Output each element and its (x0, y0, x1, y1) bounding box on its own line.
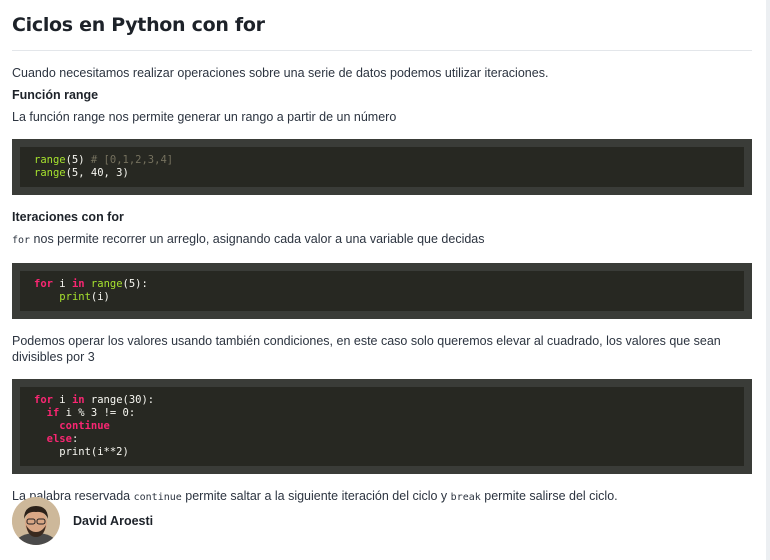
code-token: range (90, 278, 123, 290)
conditions-paragraph: Podemos operar los valores usando tambié… (12, 334, 721, 364)
closing-text-2: permite saltar a la siguiente iteración … (181, 489, 451, 503)
code-block-range: range(5) # [0,1,2,3,4] range(5, 40, 3) (12, 139, 752, 195)
code-line: else: (34, 433, 730, 446)
code-token: (i) (90, 291, 110, 303)
code-line: if i % 3 != 0: (34, 407, 730, 420)
code-token: i % 3 != 0: (59, 407, 136, 419)
code-token: else (46, 433, 72, 445)
author-card[interactable]: David Aroesti (12, 497, 153, 545)
code-block-for: for i in range(5): print(i) (12, 263, 752, 319)
code-conditions: for i in range(30): if i % 3 != 0: conti… (20, 387, 744, 466)
code-range: range(5) # [0,1,2,3,4] range(5, 40, 3) (20, 147, 744, 187)
code-block-conditions: for i in range(30): if i % 3 != 0: conti… (12, 379, 752, 474)
code-token: range(30): (84, 394, 155, 406)
code-line: continue (34, 420, 730, 433)
code-line: for i in range(30): (34, 394, 730, 407)
code-token: # [0,1,2,3,4] (90, 154, 174, 166)
code-token: for (34, 394, 53, 406)
code-token: print(i**2) (34, 446, 129, 458)
code-token: range (34, 154, 66, 166)
code-token: continue (59, 420, 110, 432)
code-token: (5, 40, 3) (65, 167, 129, 179)
code-line: for i in range(5): (34, 278, 730, 291)
code-token: (5): (122, 278, 148, 290)
avatar[interactable] (12, 497, 60, 545)
code-token: print (59, 291, 91, 303)
heading-range: Función range (12, 88, 99, 102)
for-description: for nos permite recorrer un arreglo, asi… (12, 231, 752, 249)
code-line: range(5) # [0,1,2,3,4] (34, 154, 730, 167)
code-token: in (71, 394, 85, 406)
author-name[interactable]: David Aroesti (73, 514, 153, 528)
code-token: (5) (65, 154, 91, 166)
code-token: if (46, 407, 60, 419)
for-description-text: nos permite recorrer un arreglo, asignan… (30, 232, 485, 246)
code-token: range (34, 167, 66, 179)
intro-paragraph: Cuando necesitamos realizar operaciones … (12, 66, 549, 80)
heading-for: Iteraciones con for (12, 210, 124, 224)
code-line: print(i**2) (34, 446, 730, 459)
code-token: for (34, 278, 53, 290)
code-line: print(i) (34, 291, 730, 304)
closing-text-3: permite salirse del ciclo. (480, 489, 618, 503)
range-description: La función range nos permite generar un … (12, 110, 397, 124)
code-line: range(5, 40, 3) (34, 167, 730, 180)
inline-code-break: break (450, 492, 481, 503)
article: Ciclos en Python con for Cuando necesita… (12, 0, 752, 506)
inline-code-for: for (12, 235, 31, 246)
scrollbar[interactable] (766, 0, 770, 560)
code-token: : (71, 433, 79, 445)
page-title: Ciclos en Python con for (12, 14, 265, 36)
code-token: i (52, 394, 72, 406)
code-token: i (52, 278, 72, 290)
code-token: in (71, 278, 85, 290)
code-for: for i in range(5): print(i) (20, 271, 744, 311)
title-divider (12, 50, 752, 51)
